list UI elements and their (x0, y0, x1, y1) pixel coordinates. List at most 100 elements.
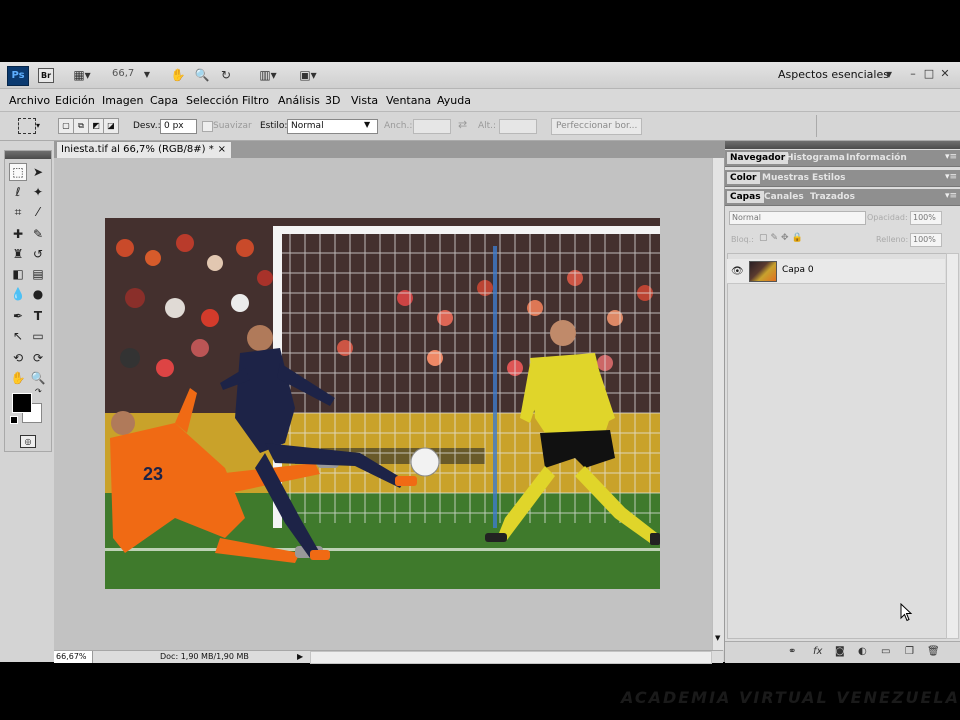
menu-filtro[interactable]: Filtro (242, 94, 269, 107)
magic-wand-icon[interactable]: ✦ (29, 183, 47, 201)
ps-logo-icon[interactable]: Ps (7, 66, 29, 86)
delete-layer-icon[interactable]: 🗑 (927, 646, 940, 657)
zoom-tool-icon[interactable]: 🔍 (29, 369, 47, 387)
menu-seleccion[interactable]: Selección (186, 94, 238, 107)
tab-muestras[interactable]: Muestras (759, 172, 812, 184)
adjustment-layer-icon[interactable]: ◐ (858, 646, 867, 657)
scroll-down-arrow-icon[interactable]: ▼ (715, 634, 720, 642)
eraser-tool-icon[interactable]: ◧ (9, 265, 27, 283)
chevron-down-icon[interactable]: ▼ (142, 67, 152, 83)
marquee-preset-icon[interactable] (18, 118, 36, 134)
eyedropper-icon[interactable]: ⁄ (29, 203, 47, 221)
menu-ventana[interactable]: Ventana (386, 94, 431, 107)
3d-orbit-icon[interactable]: ⟳ (29, 349, 47, 367)
menu-archivo[interactable]: Archivo (9, 94, 50, 107)
workspace-chevron-icon[interactable]: ▼ (884, 67, 894, 83)
quick-mask-icon[interactable]: ◎ (20, 435, 36, 448)
panel-menu-icon[interactable]: ▾≡ (945, 172, 957, 182)
arrange-documents-icon[interactable]: ▥▾ (255, 67, 281, 83)
preset-chevron-icon[interactable]: ▾ (36, 121, 40, 130)
rotate-view-icon[interactable]: ↻ (218, 67, 234, 83)
foreground-color-swatch[interactable] (12, 393, 32, 413)
height-input[interactable] (499, 119, 537, 134)
add-mask-icon[interactable]: ◙ (835, 646, 845, 657)
close-button[interactable]: ✕ (938, 67, 952, 81)
menu-edicion[interactable]: Edición (55, 94, 95, 107)
eye-icon[interactable]: 👁 (731, 266, 744, 277)
bridge-launch-button[interactable]: Br (38, 68, 54, 83)
intersect-selection-icon[interactable]: ◪ (103, 118, 119, 134)
swap-dimensions-icon[interactable]: ⇄ (458, 118, 467, 131)
tab-histograma[interactable]: Histograma (783, 152, 848, 164)
blur-tool-icon[interactable]: 💧 (9, 285, 27, 303)
menu-analisis[interactable]: Análisis (278, 94, 320, 107)
minimize-button[interactable]: – (906, 67, 920, 81)
dock-header[interactable] (725, 141, 960, 149)
canvas-area[interactable]: 23 (54, 158, 712, 650)
screen-mode-icon[interactable]: ▣▾ (295, 67, 321, 83)
refine-edge-button[interactable]: Perfeccionar bor... (551, 118, 643, 135)
panel-menu-icon[interactable]: ▾≡ (945, 191, 957, 201)
antialias-checkbox[interactable] (202, 121, 213, 132)
zoom-status-field[interactable]: 66,67% (54, 651, 93, 663)
width-input[interactable] (413, 119, 451, 134)
menu-imagen[interactable]: Imagen (102, 94, 143, 107)
panel-menu-icon[interactable]: ▾≡ (945, 152, 957, 162)
new-selection-icon[interactable]: ▢ (58, 118, 74, 134)
blend-mode-select[interactable]: Normal (729, 211, 866, 225)
workspace-switcher[interactable]: Aspectos esenciales (778, 68, 889, 81)
link-layers-icon[interactable]: ⚭ (788, 646, 796, 657)
zoom-tool-icon[interactable]: 🔍 (194, 67, 210, 83)
menu-capa[interactable]: Capa (150, 94, 178, 107)
brush-tool-icon[interactable]: ✎ (29, 225, 47, 243)
shape-tool-icon[interactable]: ▭ (29, 327, 47, 345)
layer-style-icon[interactable]: fx (813, 646, 822, 657)
tab-navegador[interactable]: Navegador (727, 152, 789, 164)
tab-capas[interactable]: Capas (727, 191, 764, 203)
layers-scrollbar[interactable] (946, 253, 959, 639)
document-tab[interactable]: Iniesta.tif al 66,7% (RGB/8#) * × (56, 141, 232, 158)
lasso-tool-icon[interactable]: ℓ (9, 183, 27, 201)
subtract-selection-icon[interactable]: ◩ (88, 118, 104, 134)
crop-tool-icon[interactable]: ⌗ (9, 203, 27, 221)
maximize-button[interactable]: □ (922, 67, 936, 81)
history-brush-icon[interactable]: ↺ (29, 245, 47, 263)
healing-brush-icon[interactable]: ✚ (9, 225, 27, 243)
tab-canales[interactable]: Canales (761, 191, 807, 203)
tools-panel-header[interactable] (5, 151, 51, 159)
layer-row[interactable]: 👁 Capa 0 (727, 259, 945, 284)
view-extras-icon[interactable]: ▦▾ (70, 67, 94, 83)
horizontal-scrollbar[interactable] (310, 651, 712, 664)
new-layer-icon[interactable]: ❐ (905, 646, 914, 657)
fill-input[interactable]: 100% (910, 233, 942, 247)
gradient-tool-icon[interactable]: ▤ (29, 265, 47, 283)
status-menu-arrow-icon[interactable]: ▶ (297, 651, 303, 663)
3d-rotate-icon[interactable]: ⟲ (9, 349, 27, 367)
hand-tool-icon[interactable]: ✋ (170, 67, 186, 83)
vertical-scrollbar[interactable]: ▼ (712, 158, 724, 650)
tab-informacion[interactable]: Información (843, 152, 910, 164)
menu-ayuda[interactable]: Ayuda (437, 94, 471, 107)
marquee-tool-icon[interactable]: ⬚ (9, 163, 27, 181)
add-selection-icon[interactable]: ⧉ (73, 118, 89, 134)
opacity-input[interactable]: 100% (910, 211, 942, 225)
feather-input[interactable]: 0 px (160, 119, 197, 134)
style-chevron-icon[interactable]: ▼ (364, 120, 370, 129)
move-tool-icon[interactable]: ➤ (29, 163, 47, 181)
document-image[interactable]: 23 (105, 218, 660, 589)
pen-tool-icon[interactable]: ✒ (9, 307, 27, 325)
clone-stamp-icon[interactable]: ♜ (9, 245, 27, 263)
type-tool-icon[interactable]: T (29, 307, 47, 325)
dodge-tool-icon[interactable]: ● (29, 285, 47, 303)
swap-colors-icon[interactable]: ↷ (35, 387, 42, 396)
tab-color[interactable]: Color (727, 172, 760, 184)
new-group-icon[interactable]: ▭ (881, 646, 890, 657)
default-colors-icon[interactable] (10, 416, 18, 424)
tab-trazados[interactable]: Trazados (807, 191, 858, 203)
menu-vista[interactable]: Vista (351, 94, 378, 107)
path-selection-icon[interactable]: ↖ (9, 327, 27, 345)
menu-3d[interactable]: 3D (325, 94, 340, 107)
tab-close-icon[interactable]: × (218, 142, 226, 158)
lock-icons[interactable]: ▢✎✥🔒 (759, 233, 806, 243)
hand-tool-icon[interactable]: ✋ (9, 369, 27, 387)
